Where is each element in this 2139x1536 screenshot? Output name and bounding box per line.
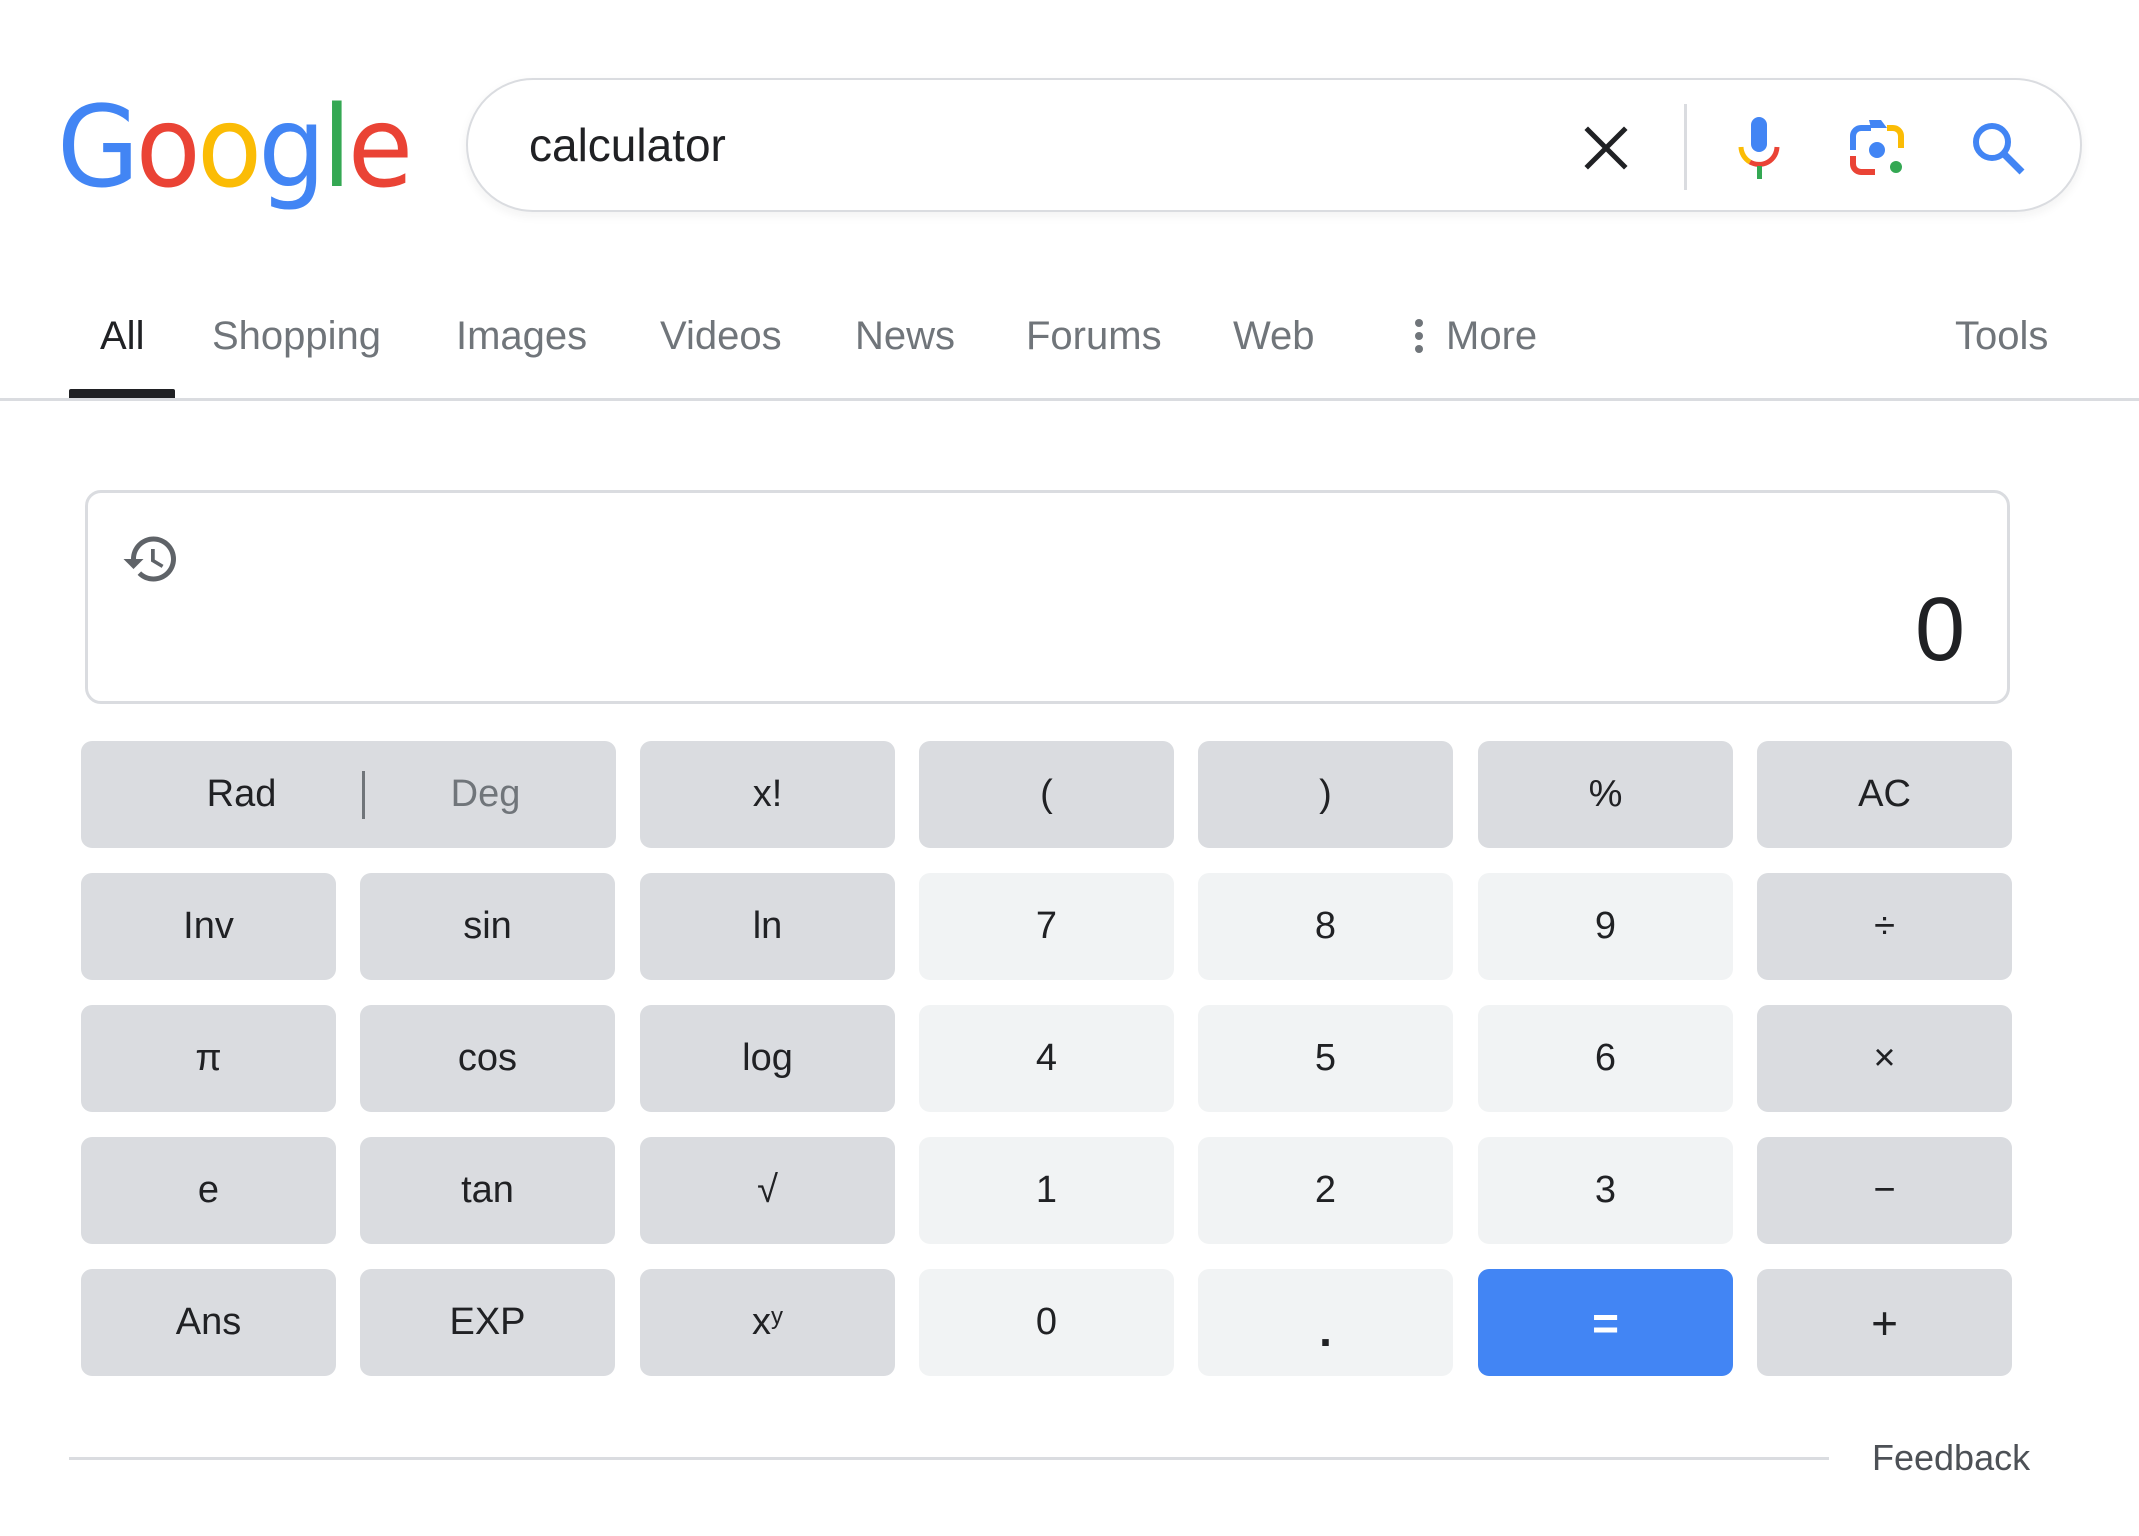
key-0[interactable]: 0 — [919, 1269, 1174, 1376]
logo-letter: e — [347, 83, 413, 213]
deg-button[interactable]: Deg — [365, 773, 616, 816]
key-ln[interactable]: ln — [640, 873, 895, 980]
footer-divider — [69, 1457, 1829, 1460]
google-logo[interactable]: Google — [57, 83, 413, 213]
key-add[interactable]: + — [1757, 1269, 2012, 1376]
tabs-divider — [0, 398, 2139, 401]
logo-letter: g — [258, 83, 326, 213]
logo-letter: o — [196, 83, 262, 213]
key-open-paren[interactable]: ( — [919, 741, 1174, 848]
tab-forums[interactable]: Forums — [1026, 310, 1162, 362]
calculator-display: 0 — [85, 490, 2010, 704]
history-icon — [123, 536, 176, 582]
key-power[interactable]: xy — [640, 1269, 895, 1376]
key-1[interactable]: 1 — [919, 1137, 1174, 1244]
key-multiply[interactable]: × — [1757, 1005, 2012, 1112]
more-vert-icon — [1415, 319, 1423, 353]
tab-all[interactable]: All — [100, 310, 144, 362]
tools-button[interactable]: Tools — [1955, 310, 2048, 362]
key-7[interactable]: 7 — [919, 873, 1174, 980]
rad-button[interactable]: Rad — [81, 773, 362, 816]
clear-icon — [1584, 126, 1628, 170]
display-value: 0 — [1914, 580, 1965, 680]
tab-shopping[interactable]: Shopping — [212, 310, 381, 362]
search-icon — [1973, 123, 2025, 175]
key-9[interactable]: 9 — [1478, 873, 1733, 980]
key-power-base: x — [752, 1301, 771, 1343]
voice-search-button[interactable] — [1736, 117, 1782, 179]
search-box — [466, 78, 2082, 212]
key-pi[interactable]: π — [81, 1005, 336, 1112]
microphone-icon — [1738, 117, 1780, 179]
angle-mode-toggle[interactable]: Rad Deg — [81, 741, 616, 848]
key-exp[interactable]: EXP — [360, 1269, 615, 1376]
logo-letter: G — [57, 83, 139, 213]
key-5[interactable]: 5 — [1198, 1005, 1453, 1112]
key-equals[interactable]: = — [1478, 1269, 1733, 1376]
search-icons-divider — [1684, 104, 1687, 190]
key-divide[interactable]: ÷ — [1757, 873, 2012, 980]
key-cos[interactable]: cos — [360, 1005, 615, 1112]
active-tab-indicator — [69, 389, 175, 398]
key-e[interactable]: e — [81, 1137, 336, 1244]
key-inverse[interactable]: Inv — [81, 873, 336, 980]
key-answer[interactable]: Ans — [81, 1269, 336, 1376]
key-sin[interactable]: sin — [360, 873, 615, 980]
tab-more[interactable]: More — [1406, 310, 1537, 362]
key-sqrt[interactable]: √ — [640, 1137, 895, 1244]
tab-videos[interactable]: Videos — [660, 310, 782, 362]
key-close-paren[interactable]: ) — [1198, 741, 1453, 848]
tab-news[interactable]: News — [855, 310, 955, 362]
tab-more-label: More — [1446, 314, 1538, 358]
clear-search-button[interactable] — [1584, 126, 1628, 170]
tab-images[interactable]: Images — [456, 310, 587, 362]
logo-letter: l — [322, 83, 352, 213]
key-decimal[interactable]: . — [1198, 1269, 1453, 1376]
key-all-clear[interactable]: AC — [1757, 741, 2012, 848]
key-percent[interactable]: % — [1478, 741, 1733, 848]
feedback-link[interactable]: Feedback — [1872, 1436, 2030, 1480]
logo-letter: o — [135, 83, 201, 213]
history-button[interactable] — [121, 529, 181, 589]
key-subtract[interactable]: − — [1757, 1137, 2012, 1244]
key-4[interactable]: 4 — [919, 1005, 1174, 1112]
google-lens-button[interactable] — [1849, 118, 1907, 176]
tab-web[interactable]: Web — [1233, 310, 1315, 362]
key-3[interactable]: 3 — [1478, 1137, 1733, 1244]
key-2[interactable]: 2 — [1198, 1137, 1453, 1244]
search-submit-button[interactable] — [1970, 120, 2026, 176]
key-tan[interactable]: tan — [360, 1137, 615, 1244]
key-6[interactable]: 6 — [1478, 1005, 1733, 1112]
key-log[interactable]: log — [640, 1005, 895, 1112]
key-factorial[interactable]: x! — [640, 741, 895, 848]
key-8[interactable]: 8 — [1198, 873, 1453, 980]
google-lens-icon — [1850, 120, 1904, 175]
key-power-exponent: y — [771, 1302, 783, 1330]
search-input[interactable] — [529, 80, 1529, 210]
